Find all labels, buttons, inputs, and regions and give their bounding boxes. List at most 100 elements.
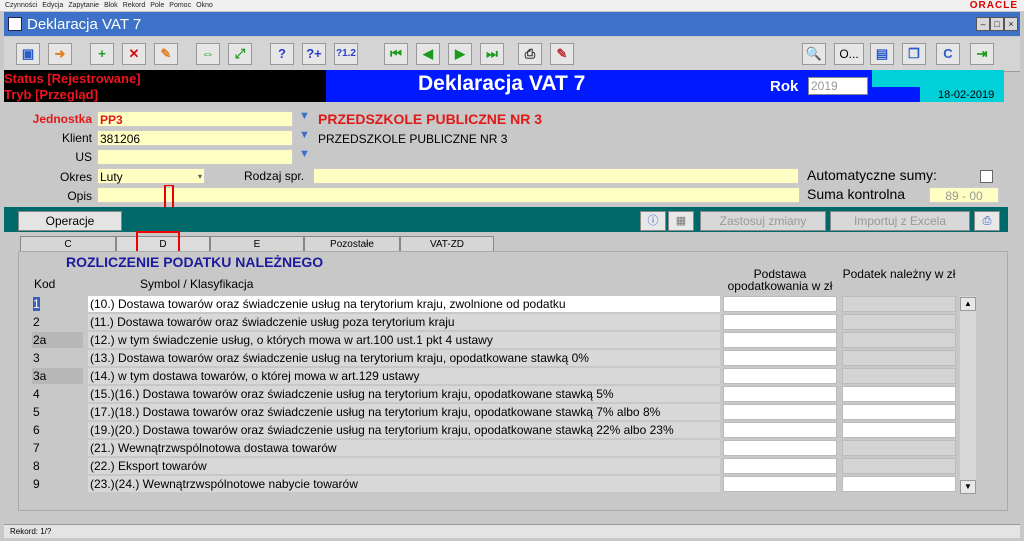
delete-record-icon[interactable]: ✕ <box>122 43 146 65</box>
podstawa-cell[interactable] <box>723 332 837 348</box>
calculator-icon[interactable]: ▦ <box>668 211 694 231</box>
klient-field[interactable]: 381206 <box>97 130 293 146</box>
opis-field[interactable] <box>97 187 800 203</box>
menu-pomoc[interactable]: Pomoc <box>169 0 191 11</box>
row-kod[interactable]: 3 <box>32 350 83 366</box>
minimize-button[interactable]: – <box>976 17 990 31</box>
podatek-cell[interactable] <box>842 332 956 348</box>
row-kod[interactable]: 2 <box>32 314 83 330</box>
podstawa-cell[interactable] <box>723 296 837 312</box>
row-kod[interactable]: 7 <box>32 440 83 456</box>
save-icon[interactable]: ▣ <box>16 43 40 65</box>
duplicate-icon[interactable]: ⇔ <box>196 43 220 65</box>
execute-query-icon[interactable]: ?+ <box>302 43 326 65</box>
row-kod[interactable]: 8 <box>32 458 83 474</box>
exit-icon[interactable]: ➜ <box>48 43 72 65</box>
menu-rekord[interactable]: Rekord <box>123 0 146 11</box>
logout-icon[interactable]: ⇥ <box>970 43 994 65</box>
row-description[interactable]: (22.) Eksport towarów <box>88 458 720 474</box>
klient-dropdown-icon[interactable]: ▼ <box>298 129 311 141</box>
row-kod[interactable]: 3a <box>32 368 83 384</box>
row-description[interactable]: (21.) Wewnątrzwspólnotowa dostawa towaró… <box>88 440 720 456</box>
podstawa-cell[interactable] <box>723 440 837 456</box>
print-icon[interactable]: ⎙ <box>518 43 542 65</box>
row-kod[interactable]: 9 <box>32 476 83 492</box>
row-description[interactable]: (10.) Dostawa towarów oraz świadczenie u… <box>88 296 720 312</box>
clear-record-icon[interactable]: ✎ <box>154 43 178 65</box>
row-kod[interactable]: 4 <box>32 386 83 402</box>
first-record-icon[interactable]: ⏮ <box>384 43 408 65</box>
auto-sums-checkbox[interactable] <box>980 170 993 183</box>
menu-pole[interactable]: Pole <box>150 0 164 11</box>
podatek-cell[interactable] <box>842 458 956 474</box>
preview-icon[interactable]: 🔍 <box>802 43 826 65</box>
suma-field[interactable]: 89 - 00 <box>929 187 999 203</box>
jednostka-dropdown-icon[interactable]: ▼ <box>298 110 311 122</box>
podstawa-cell[interactable] <box>723 368 837 384</box>
importuj-z-excela-button[interactable]: Importuj z Excela <box>830 211 970 231</box>
podatek-cell[interactable] <box>842 440 956 456</box>
rodzaj-field[interactable] <box>313 168 799 184</box>
windows-icon[interactable]: ❐ <box>902 43 926 65</box>
menu-okno[interactable]: Okno <box>196 0 213 11</box>
row-kod[interactable]: 1 <box>32 296 83 312</box>
scroll-down-icon[interactable]: ▼ <box>960 480 976 494</box>
row-description[interactable]: (14.) w tym dostawa towarów, o której mo… <box>88 368 720 384</box>
podstawa-cell[interactable] <box>723 350 837 366</box>
add-record-icon[interactable]: + <box>90 43 114 65</box>
zastosuj-zmiany-button[interactable]: Zastosuj zmiany <box>700 211 826 231</box>
podatek-cell[interactable] <box>842 368 956 384</box>
podatek-cell[interactable] <box>842 476 956 492</box>
row-kod[interactable]: 6 <box>32 422 83 438</box>
podstawa-cell[interactable] <box>723 314 837 330</box>
print-small-icon[interactable]: ⎙ <box>974 211 1000 231</box>
options-button[interactable]: O... <box>834 43 864 65</box>
us-field[interactable] <box>97 149 293 165</box>
row-kod[interactable]: 2a <box>32 332 83 348</box>
scrollbar[interactable] <box>960 296 976 492</box>
podatek-cell[interactable] <box>842 296 956 312</box>
expand-icon[interactable]: ⤢ <box>228 43 252 65</box>
menu-zapytanie[interactable]: Zapytanie <box>68 0 99 11</box>
calendar-icon[interactable]: ▤ <box>870 43 894 65</box>
rok-field[interactable]: 2019 <box>808 77 868 95</box>
row-description[interactable]: (13.) Dostawa towarów oraz świadczenie u… <box>88 350 720 366</box>
last-record-icon[interactable]: ⏭ <box>480 43 504 65</box>
podstawa-cell[interactable] <box>723 458 837 474</box>
mode-label: Tryb [Przegląd] <box>4 87 98 102</box>
podatek-cell[interactable] <box>842 422 956 438</box>
row-kod[interactable]: 5 <box>32 404 83 420</box>
podstawa-cell[interactable] <box>723 422 837 438</box>
maximize-button[interactable]: □ <box>990 17 1004 31</box>
podstawa-cell[interactable] <box>723 404 837 420</box>
podatek-cell[interactable] <box>842 386 956 402</box>
info-icon[interactable]: ⓘ <box>640 211 666 231</box>
calc-icon[interactable]: C <box>936 43 960 65</box>
podatek-cell[interactable] <box>842 314 956 330</box>
row-description[interactable]: (15.)(16.) Dostawa towarów oraz świadcze… <box>88 386 720 402</box>
podatek-cell[interactable] <box>842 404 956 420</box>
row-description[interactable]: (11.) Dostawa towarów oraz świadczenie u… <box>88 314 720 330</box>
row-description[interactable]: (12.) w tym świadczenie usług, o których… <box>88 332 720 348</box>
opis-label: Opis <box>67 189 92 203</box>
menu-edycja[interactable]: Edycja <box>42 0 63 11</box>
close-button[interactable]: × <box>1004 17 1018 31</box>
query-icon[interactable]: ? <box>270 43 294 65</box>
scroll-up-icon[interactable]: ▲ <box>960 297 976 311</box>
count-query-icon[interactable]: ?1.2 <box>334 43 358 65</box>
row-description[interactable]: (19.)(20.) Dostawa towarów oraz świadcze… <box>88 422 720 438</box>
okres-select[interactable]: Luty ▾ <box>97 168 205 184</box>
podatek-cell[interactable] <box>842 350 956 366</box>
menu-czynnosci[interactable]: Czynności <box>5 0 37 11</box>
row-description[interactable]: (23.)(24.) Wewnątrzwspólnotowe nabycie t… <box>88 476 720 492</box>
previous-record-icon[interactable]: ◀ <box>416 43 440 65</box>
us-dropdown-icon[interactable]: ▼ <box>298 148 311 160</box>
edit-icon[interactable]: ✎ <box>550 43 574 65</box>
podstawa-cell[interactable] <box>723 386 837 402</box>
jednostka-field[interactable]: PP3 <box>97 111 293 127</box>
podstawa-cell[interactable] <box>723 476 837 492</box>
next-record-icon[interactable]: ▶ <box>448 43 472 65</box>
operacje-button[interactable]: Operacje <box>18 211 122 231</box>
menu-blok[interactable]: Blok <box>104 0 118 11</box>
row-description[interactable]: (17.)(18.) Dostawa towarów oraz świadcze… <box>88 404 720 420</box>
